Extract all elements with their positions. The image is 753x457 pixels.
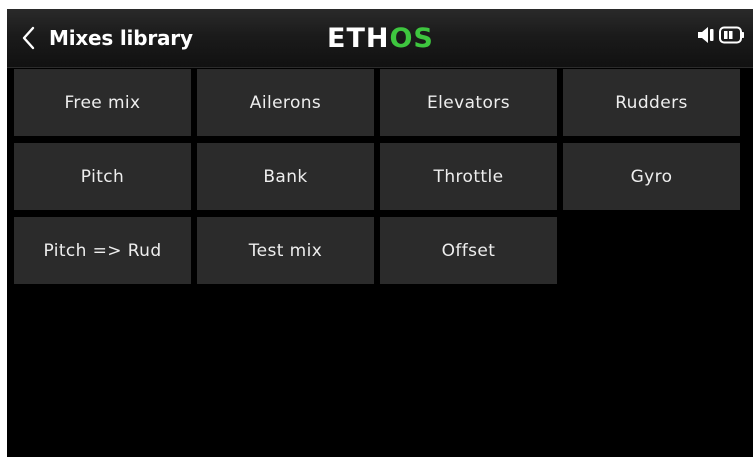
back-button[interactable]: Mixes library — [21, 19, 193, 57]
mix-library-grid: Free mix Ailerons Elevators Rudders Pitch Ban… — [14, 69, 740, 284]
logo-text-part2: OS — [389, 22, 434, 54]
ethos-logo: ETH OS — [327, 21, 434, 55]
status-area — [697, 25, 745, 45]
mix-tile-test-mix[interactable]: Test mix — [197, 217, 374, 284]
mix-tile-rudders[interactable]: Rudders — [563, 69, 740, 136]
device-screen: Mixes library ETH OS Free mix Ailerons E… — [7, 9, 753, 457]
header-bar: Mixes library ETH OS — [7, 9, 753, 68]
page-title: Mixes library — [49, 26, 193, 50]
chevron-left-icon[interactable] — [21, 26, 35, 50]
mix-tile-pitch-rud[interactable]: Pitch => Rud — [14, 217, 191, 284]
mix-tile-ailerons[interactable]: Ailerons — [197, 69, 374, 136]
mix-tile-offset[interactable]: Offset — [380, 217, 557, 284]
mix-tile-bank[interactable]: Bank — [197, 143, 374, 210]
mix-tile-pitch[interactable]: Pitch — [14, 143, 191, 210]
logo-text-part1: ETH — [327, 22, 390, 54]
battery-icon[interactable] — [719, 26, 745, 44]
mix-tile-gyro[interactable]: Gyro — [563, 143, 740, 210]
speaker-icon[interactable] — [697, 25, 715, 45]
mix-tile-free-mix[interactable]: Free mix — [14, 69, 191, 136]
mix-tile-elevators[interactable]: Elevators — [380, 69, 557, 136]
mix-tile-throttle[interactable]: Throttle — [380, 143, 557, 210]
